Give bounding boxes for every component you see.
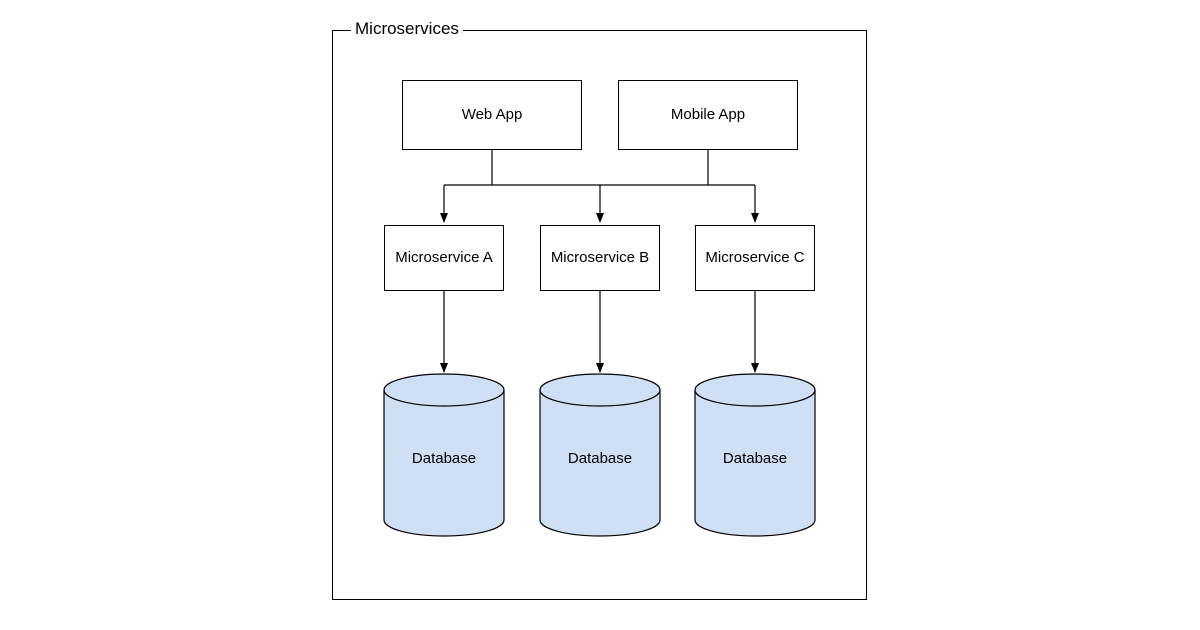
connector-layer [0, 0, 1200, 630]
diagram-stage: Microservices Web App Mobile App Microse… [0, 0, 1200, 630]
database-b-label: Database [540, 450, 660, 467]
database-a-label: Database [384, 450, 504, 467]
database-c-label: Database [695, 450, 815, 467]
